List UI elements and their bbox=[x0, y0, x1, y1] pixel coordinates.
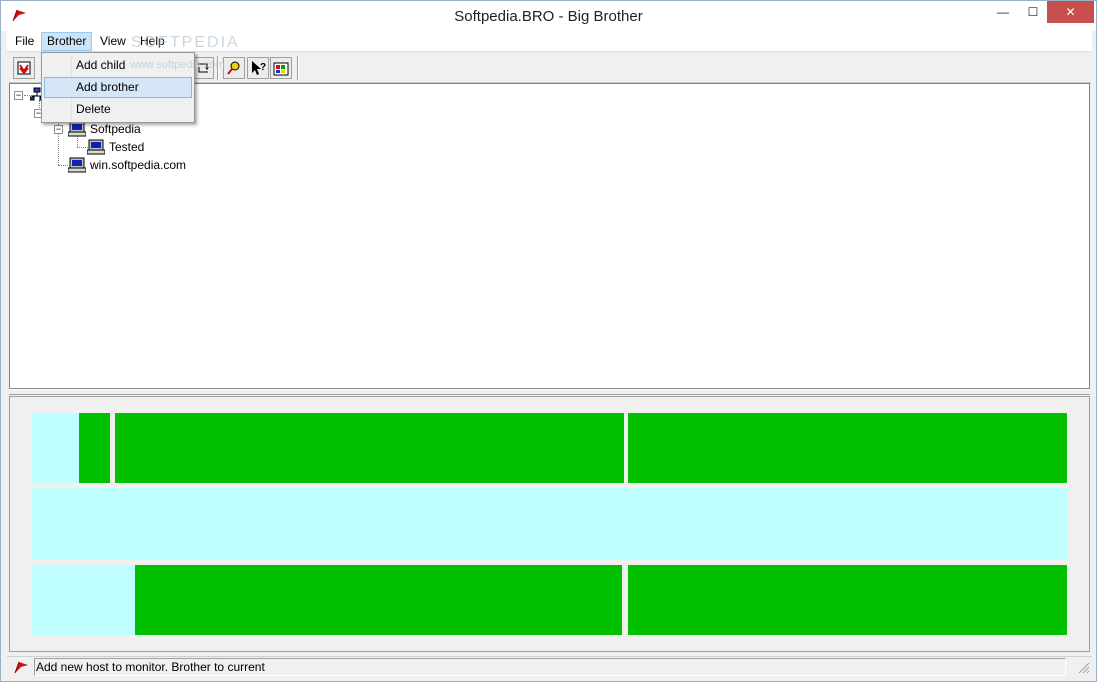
tree-node-softpedia[interactable]: Softpedia bbox=[68, 121, 141, 137]
status-block-ok[interactable] bbox=[628, 565, 1067, 635]
find-button[interactable] bbox=[223, 57, 245, 79]
brother-menu-dropdown: Add child Add brother Delete www.softped… bbox=[41, 52, 225, 123]
tree-connector bbox=[58, 165, 68, 166]
minimize-button[interactable]: — bbox=[988, 1, 1018, 23]
menu-view[interactable]: View bbox=[94, 32, 132, 51]
title-bar[interactable]: Softpedia.BRO - Big Brother — ☐ ✕ bbox=[1, 1, 1096, 31]
computer-icon bbox=[87, 139, 105, 155]
status-block-inactive[interactable] bbox=[32, 413, 79, 483]
menu-brother[interactable]: Brother bbox=[41, 32, 93, 51]
menu-item-add-brother[interactable]: Add brother bbox=[44, 77, 192, 98]
toolbar-separator bbox=[297, 56, 299, 80]
computer-icon bbox=[68, 121, 86, 137]
status-panel bbox=[9, 396, 1090, 652]
stop-icon bbox=[17, 61, 31, 75]
stop-button[interactable] bbox=[13, 57, 35, 79]
find-icon bbox=[227, 61, 240, 75]
watermark-url: www.softpedia.com bbox=[130, 59, 225, 71]
status-block-ok[interactable] bbox=[115, 413, 624, 483]
svg-text:?: ? bbox=[260, 62, 266, 73]
host-tree[interactable]: − − − Softpedia Tested win.softpedia.com bbox=[9, 83, 1090, 389]
tree-expander[interactable]: − bbox=[14, 91, 23, 100]
computer-icon bbox=[68, 157, 86, 173]
tree-node-win-softpedia[interactable]: win.softpedia.com bbox=[68, 157, 186, 173]
status-bar: Add new host to monitor. Brother to curr… bbox=[7, 656, 1092, 676]
help-cursor-icon: ? bbox=[252, 61, 266, 75]
status-block-inactive[interactable] bbox=[32, 565, 135, 635]
colors-button[interactable] bbox=[270, 57, 292, 79]
panel-splitter[interactable] bbox=[9, 389, 1090, 395]
tree-node-label: Softpedia bbox=[90, 122, 141, 136]
status-text: Add new host to monitor. Brother to curr… bbox=[34, 658, 1066, 676]
menu-item-delete[interactable]: Delete bbox=[44, 99, 192, 120]
tree-node-label: Tested bbox=[109, 140, 145, 154]
status-block-ok[interactable] bbox=[79, 413, 110, 483]
status-block-inactive[interactable] bbox=[32, 488, 1067, 559]
red-flag-icon bbox=[14, 661, 28, 674]
colors-icon bbox=[273, 62, 289, 76]
app-window: Softpedia.BRO - Big Brother — ☐ ✕ File B… bbox=[0, 0, 1097, 682]
tree-expander[interactable]: − bbox=[54, 125, 63, 134]
help-cursor-button[interactable]: ? bbox=[247, 57, 269, 79]
status-block-ok[interactable] bbox=[628, 413, 1067, 483]
menu-file[interactable]: File bbox=[9, 32, 40, 51]
tree-node-label: win.softpedia.com bbox=[90, 158, 187, 172]
resize-grip-icon[interactable] bbox=[1077, 661, 1090, 674]
watermark-logo: SOFTPEDIA bbox=[131, 34, 240, 51]
close-button[interactable]: ✕ bbox=[1047, 1, 1094, 23]
tree-node-tested[interactable]: Tested bbox=[87, 139, 144, 155]
maximize-button[interactable]: ☐ bbox=[1018, 1, 1048, 23]
window-title: Softpedia.BRO - Big Brother bbox=[454, 8, 643, 25]
status-block-ok[interactable] bbox=[135, 565, 622, 635]
